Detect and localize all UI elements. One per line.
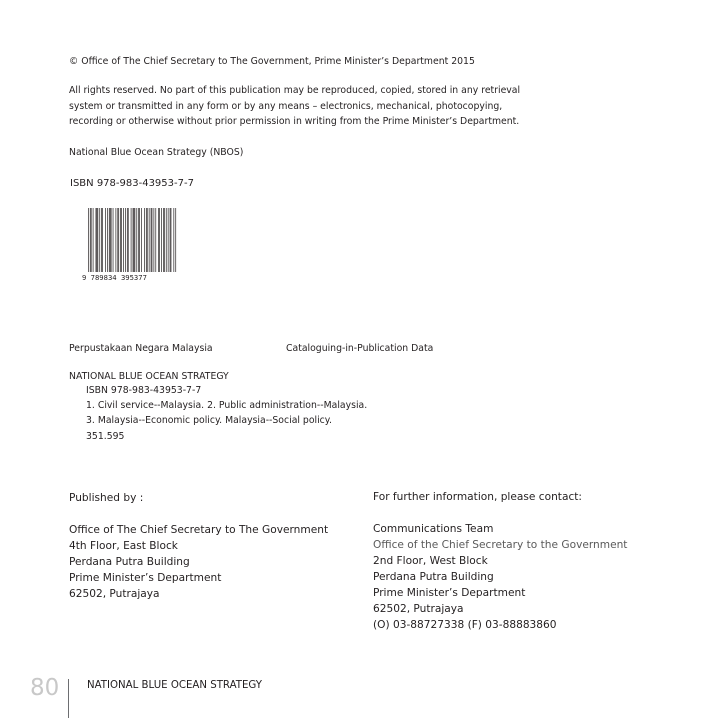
- barcode-bar: [88, 208, 89, 280]
- barcode-bar: [89, 208, 91, 280]
- barcode-bar: [133, 208, 135, 280]
- rights-line: system or transmitted in any form or by …: [69, 100, 503, 112]
- barcode-bar: [99, 208, 101, 274]
- barcode-bar: [134, 208, 136, 274]
- barcode-bar: [153, 208, 155, 274]
- barcode-bar: [112, 208, 114, 274]
- publisher-line: Office of The Chief Secretary to The Gov…: [69, 524, 329, 536]
- footer-divider: [68, 679, 69, 718]
- barcode-bar: [146, 208, 148, 274]
- barcode-bar: [108, 208, 110, 274]
- catalogue-title: NATIONAL BLUE OCEAN STRATEGY: [69, 371, 229, 382]
- barcode-bar: [117, 208, 119, 274]
- contact-line: Communications Team: [373, 523, 494, 535]
- catalogue-line: 351.595: [86, 430, 125, 442]
- barcode-bar: [123, 208, 124, 274]
- barcode-bar: [159, 208, 160, 274]
- barcode-bar: [101, 208, 102, 274]
- publisher-line: 62502, Putrajaya: [69, 588, 160, 600]
- contact-address: Communications Team Office of the Chief …: [373, 521, 627, 633]
- barcode-bar: [170, 208, 172, 274]
- barcode-bar: [126, 208, 128, 274]
- barcode-bar: [173, 208, 175, 280]
- contact-line: Perdana Putra Building: [373, 571, 494, 583]
- barcode-bar: [125, 208, 126, 274]
- barcode-bar: [175, 208, 177, 280]
- barcode-bar: [92, 208, 94, 274]
- contact-heading: For further information, please contact:: [373, 491, 582, 503]
- barcode-bar: [144, 208, 145, 274]
- rights-line: recording or otherwise without prior per…: [69, 116, 520, 127]
- isbn-label: ISBN 978-983-43953-7-7: [70, 178, 194, 189]
- publisher-address: Office of The Chief Secretary to The Gov…: [69, 522, 328, 602]
- publisher-line: Prime Minister’s Department: [69, 572, 222, 584]
- publisher-line: 4th Floor, East Block: [69, 540, 178, 552]
- barcode-bar: [161, 208, 162, 274]
- barcode-bar: [169, 208, 171, 274]
- contact-line: Office of the Chief Secretary to the Gov…: [373, 539, 628, 551]
- barcode-bar: [107, 208, 108, 274]
- cip-library-label: Perpustakaan Negara Malaysia: [69, 343, 213, 354]
- barcode-bar: [150, 208, 152, 274]
- barcode-bar: [167, 208, 169, 274]
- isbn-barcode: 9 789834 395377: [80, 208, 180, 282]
- rights-statement: All rights reserved. No part of this pub…: [69, 83, 520, 130]
- barcode-bars: [88, 208, 177, 280]
- barcode-bar: [95, 208, 97, 274]
- barcode-bar: [109, 208, 111, 274]
- published-by-heading: Published by :: [69, 492, 144, 504]
- barcode-bar: [165, 208, 167, 274]
- barcode-bar: [151, 208, 153, 274]
- barcode-bar: [118, 208, 120, 274]
- barcode-bar: [110, 208, 112, 274]
- barcode-bar: [155, 208, 157, 274]
- rights-line: All rights reserved. No part of this pub…: [69, 85, 521, 96]
- barcode-bar: [163, 208, 164, 274]
- barcode-bar: [148, 208, 150, 274]
- barcode-bar: [105, 208, 106, 274]
- barcode-bar: [115, 208, 117, 274]
- footer-title: NATIONAL BLUE OCEAN STRATEGY: [87, 680, 263, 691]
- barcode-bar: [102, 208, 103, 274]
- barcode-bar: [139, 208, 140, 274]
- catalogue-line: 3. Malaysia--Economic policy. Malaysia--…: [86, 415, 332, 427]
- catalogue-line: ISBN 978-983-43953-7-7: [86, 385, 202, 396]
- barcode-bar: [97, 208, 99, 274]
- barcode-bar: [130, 208, 132, 280]
- contact-line: 2nd Floor, West Block: [373, 555, 488, 567]
- catalogue-line: 1. Civil service--Malaysia. 2. Public ad…: [86, 400, 368, 412]
- barcode-bar: [136, 208, 138, 274]
- contact-phone-line: (O) 03-88727338 (F) 03-88883860: [373, 619, 557, 631]
- barcode-bar: [158, 208, 159, 274]
- barcode-bar: [90, 208, 92, 274]
- contact-line: Prime Minister’s Department: [373, 587, 526, 599]
- barcode-digits: 9 789834 395377: [82, 273, 147, 282]
- barcode-bar: [164, 208, 165, 274]
- nbos-label: National Blue Ocean Strategy (NBOS): [69, 147, 244, 158]
- cip-title-label: Cataloguing-in-Publication Data: [286, 343, 434, 354]
- barcode-bar: [132, 208, 134, 280]
- catalogue-entries: ISBN 978-983-43953-7-7 1. Civil service-…: [86, 383, 367, 444]
- publisher-line: Perdana Putra Building: [69, 556, 190, 568]
- barcode-bar: [141, 208, 142, 274]
- barcode-bar: [145, 208, 147, 274]
- barcode-bar: [96, 208, 98, 274]
- page-number: 80: [30, 675, 60, 701]
- contact-line: 62502, Putrajaya: [373, 603, 464, 615]
- barcode-bar: [138, 208, 140, 274]
- barcode-bar: [127, 208, 129, 274]
- copyright-notice: © Office of The Chief Secretary to The G…: [69, 56, 475, 67]
- barcode-bar: [120, 208, 121, 274]
- barcode-bar: [121, 208, 122, 274]
